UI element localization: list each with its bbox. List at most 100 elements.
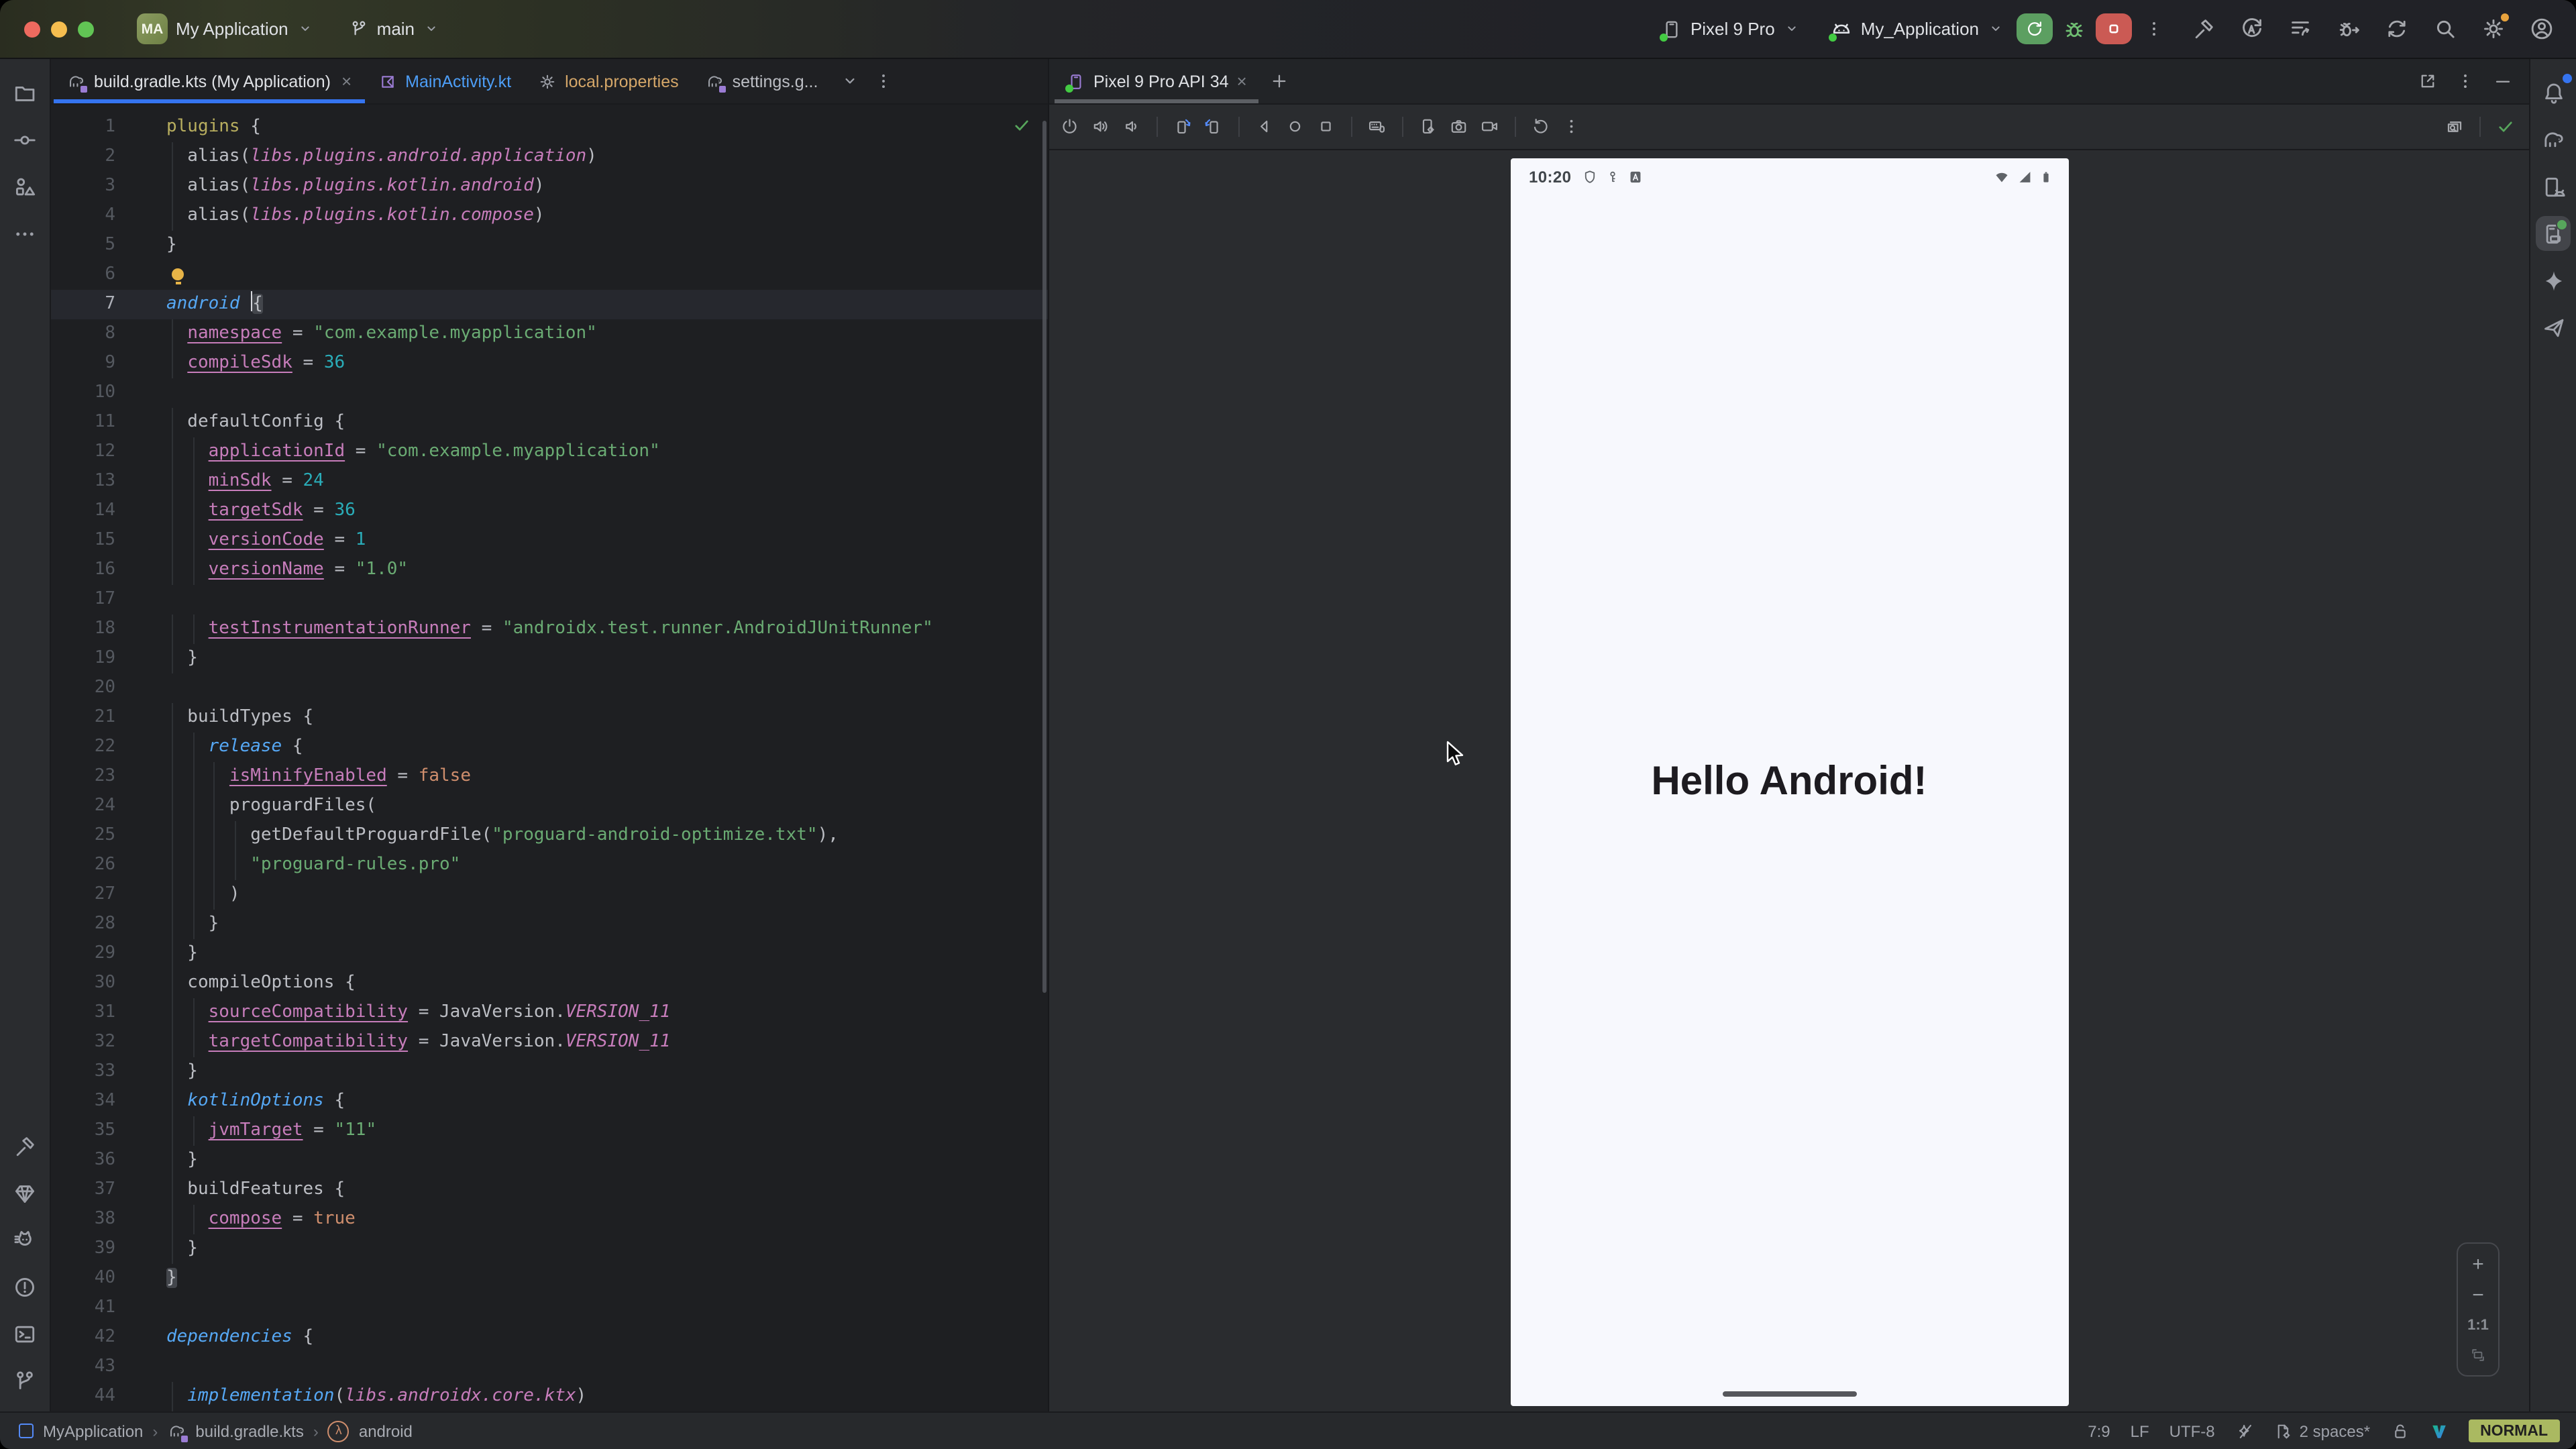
- code-line-24[interactable]: 24 proguardFiles(: [51, 792, 1048, 821]
- code-line-17[interactable]: 17: [51, 585, 1048, 614]
- close-tab-icon[interactable]: ×: [341, 71, 352, 91]
- search-icon[interactable]: [2432, 16, 2458, 42]
- device-selector[interactable]: Pixel 9 Pro: [1653, 13, 1809, 45]
- code-line-8[interactable]: 8 namespace = "com.example.myapplication…: [51, 319, 1048, 349]
- tab-options-icon[interactable]: [873, 71, 893, 91]
- code-line-39[interactable]: 39 }: [51, 1234, 1048, 1264]
- code-line-1[interactable]: 1plugins {: [51, 113, 1048, 142]
- git-branch-icon[interactable]: [7, 1363, 42, 1398]
- breadcrumb-file[interactable]: build.gradle.kts: [195, 1421, 303, 1440]
- emulator-screen[interactable]: 10:20 Hello Android!: [1510, 158, 2068, 1406]
- sync-loop-icon[interactable]: [2384, 16, 2410, 42]
- code-line-10[interactable]: 10: [51, 378, 1048, 408]
- code-line-18[interactable]: 18 testInstrumentationRunner = "androidx…: [51, 614, 1048, 644]
- reset-icon[interactable]: [1528, 114, 1554, 140]
- overview-icon[interactable]: [1313, 114, 1339, 140]
- stop-button[interactable]: [2096, 13, 2132, 44]
- run-config-selector[interactable]: My_Application: [1822, 12, 2012, 46]
- device-settings-icon[interactable]: [1415, 114, 1441, 140]
- plane-icon[interactable]: [2536, 310, 2571, 345]
- code-line-37[interactable]: 37 buildFeatures {: [51, 1175, 1048, 1205]
- structure-icon[interactable]: [7, 169, 42, 204]
- code-area[interactable]: 1plugins {2 alias(libs.plugins.android.a…: [51, 105, 1048, 1411]
- code-line-28[interactable]: 28 }: [51, 910, 1048, 939]
- problems-icon[interactable]: [7, 1269, 42, 1304]
- sparkle-slash-icon[interactable]: [2235, 1421, 2254, 1440]
- folder-icon[interactable]: [7, 75, 42, 110]
- bug-arrow-icon[interactable]: [2336, 16, 2361, 42]
- code-line-44[interactable]: 44 implementation(libs.androidx.core.ktx…: [51, 1382, 1048, 1411]
- home-icon[interactable]: [1283, 114, 1308, 140]
- user-icon[interactable]: [2529, 16, 2555, 42]
- code-line-27[interactable]: 27 ): [51, 880, 1048, 910]
- code-line-32[interactable]: 32 targetCompatibility = JavaVersion.VER…: [51, 1028, 1048, 1057]
- code-line-25[interactable]: 25 getDefaultProguardFile("proguard-andr…: [51, 821, 1048, 851]
- breadcrumb-element[interactable]: android: [359, 1421, 413, 1440]
- vim-icon[interactable]: [2429, 1421, 2448, 1440]
- commit-icon[interactable]: [7, 122, 42, 157]
- code-line-3[interactable]: 3 alias(libs.plugins.kotlin.android): [51, 172, 1048, 201]
- vim-mode-badge[interactable]: NORMAL: [2468, 1419, 2560, 1442]
- code-line-4[interactable]: 4 alias(libs.plugins.kotlin.compose): [51, 201, 1048, 231]
- breadcrumb-project[interactable]: MyApplication: [43, 1421, 143, 1440]
- code-line-7[interactable]: 7android {: [51, 290, 1048, 319]
- tab-mainactivity[interactable]: MainActivity.kt: [365, 59, 525, 103]
- record-icon[interactable]: [1477, 114, 1503, 140]
- rotate-right-icon[interactable]: [1201, 114, 1226, 140]
- hammer-icon[interactable]: [7, 1128, 42, 1163]
- code-line-42[interactable]: 42dependencies {: [51, 1323, 1048, 1352]
- more-run-options-icon[interactable]: [2144, 19, 2164, 39]
- code-line-21[interactable]: 21 buildTypes {: [51, 703, 1048, 733]
- gem-icon[interactable]: [7, 1175, 42, 1210]
- lock-open-icon[interactable]: [2390, 1421, 2409, 1440]
- tab-local-properties[interactable]: local.properties: [525, 59, 692, 103]
- device-tab[interactable]: Pixel 9 Pro API 34 ×: [1055, 59, 1259, 103]
- more-v-icon[interactable]: [2455, 71, 2475, 91]
- code-line-12[interactable]: 12 applicationId = "com.example.myapplic…: [51, 437, 1048, 467]
- close-window-button[interactable]: [24, 21, 40, 37]
- code-line-40[interactable]: 40}: [51, 1264, 1048, 1293]
- profiler-icon[interactable]: [2288, 16, 2313, 42]
- project-selector[interactable]: MA My Application: [129, 8, 322, 50]
- code-line-22[interactable]: 22 release {: [51, 733, 1048, 762]
- close-tab-icon[interactable]: ×: [1237, 71, 1247, 91]
- minimize-window-button[interactable]: [51, 21, 67, 37]
- caret-position[interactable]: 7:9: [2088, 1421, 2110, 1440]
- screen-search-icon[interactable]: [2445, 117, 2465, 137]
- device-android-icon[interactable]: [2536, 169, 2571, 204]
- code-line-23[interactable]: 23 isMinifyEnabled = false: [51, 762, 1048, 792]
- keyboard-icon[interactable]: [1364, 114, 1390, 140]
- code-line-34[interactable]: 34 kotlinOptions {: [51, 1087, 1048, 1116]
- code-line-9[interactable]: 9 compileSdk = 36: [51, 349, 1048, 378]
- branch-selector[interactable]: main: [341, 13, 448, 44]
- terminal-icon[interactable]: [7, 1316, 42, 1351]
- line-ending[interactable]: LF: [2131, 1421, 2149, 1440]
- code-line-31[interactable]: 31 sourceCompatibility = JavaVersion.VER…: [51, 998, 1048, 1028]
- hammer-icon[interactable]: [2191, 16, 2216, 42]
- code-line-33[interactable]: 33 }: [51, 1057, 1048, 1087]
- code-line-6[interactable]: 6: [51, 260, 1048, 290]
- code-line-16[interactable]: 16 versionName = "1.0": [51, 555, 1048, 585]
- rotate-left-icon[interactable]: [1170, 114, 1195, 140]
- tab-build-gradle[interactable]: build.gradle.kts (My Application) ×: [54, 59, 365, 103]
- code-line-13[interactable]: 13 minSdk = 24: [51, 467, 1048, 496]
- external-icon[interactable]: [2418, 71, 2438, 91]
- back-icon[interactable]: [1252, 114, 1277, 140]
- code-line-2[interactable]: 2 alias(libs.plugins.android.application…: [51, 142, 1048, 172]
- running-devices-icon[interactable]: [2536, 216, 2571, 251]
- zoom-window-button[interactable]: [78, 21, 94, 37]
- camera-icon[interactable]: [1446, 114, 1472, 140]
- indent-setting[interactable]: 2 spaces*: [2274, 1421, 2370, 1440]
- code-line-5[interactable]: 5}: [51, 231, 1048, 260]
- code-line-36[interactable]: 36 }: [51, 1146, 1048, 1175]
- zoom-level[interactable]: 1:1: [2467, 1318, 2489, 1334]
- volume-down-icon[interactable]: [1119, 114, 1144, 140]
- code-line-43[interactable]: 43: [51, 1352, 1048, 1382]
- rerun-button[interactable]: [2017, 13, 2053, 44]
- code-line-30[interactable]: 30 compileOptions {: [51, 969, 1048, 998]
- code-line-35[interactable]: 35 jvmTarget = "11": [51, 1116, 1048, 1146]
- more-h-icon[interactable]: [7, 216, 42, 251]
- code-line-20[interactable]: 20: [51, 674, 1048, 703]
- gradle-icon[interactable]: [2536, 122, 2571, 157]
- gesture-pill[interactable]: [1722, 1391, 1856, 1397]
